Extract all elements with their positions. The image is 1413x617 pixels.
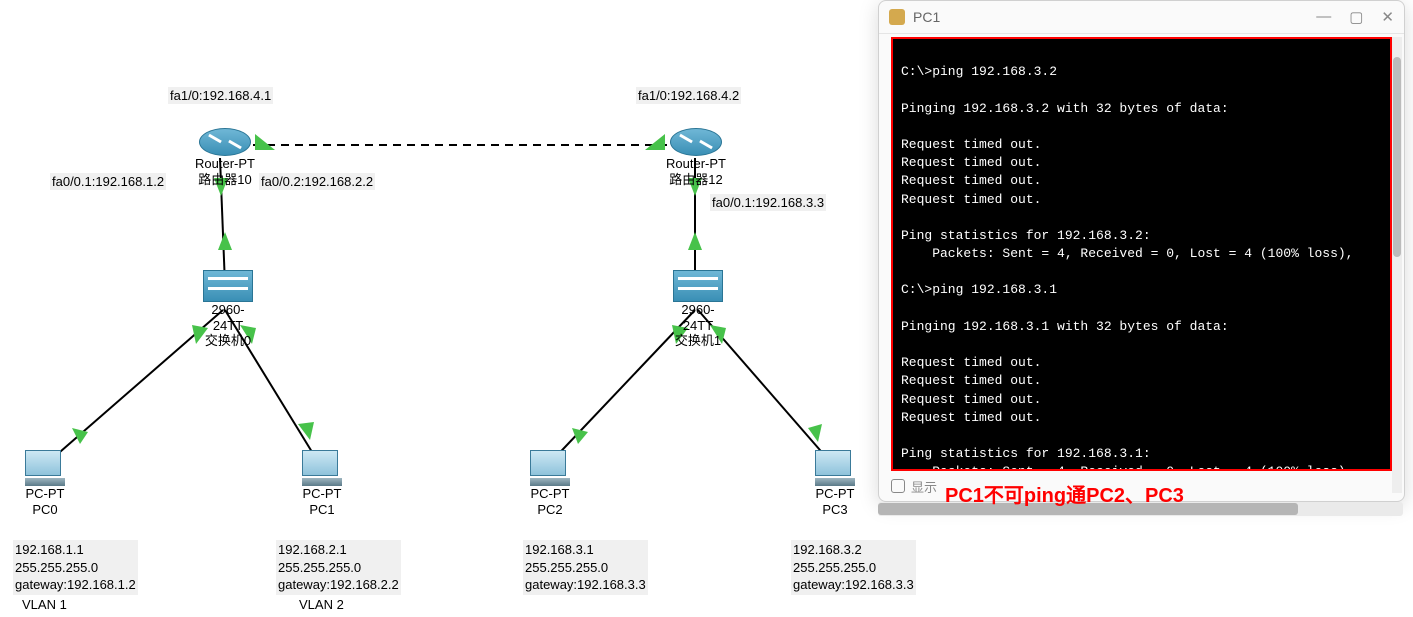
pc0-ipblock: 192.168.1.1 255.255.255.0 gateway:192.16… <box>13 540 138 595</box>
topology-canvas: fa1/0:192.168.4.1 fa1/0:192.168.4.2 fa0/… <box>0 0 880 617</box>
pc2-mask: 255.255.255.0 <box>525 559 646 577</box>
pc0-type: PC-PT <box>20 486 70 502</box>
app-icon <box>889 9 905 25</box>
pc0-name: PC0 <box>20 502 70 518</box>
router2-fa001-label: fa0/0.1:192.168.3.3 <box>710 194 826 211</box>
pc1-gw: gateway:192.168.2.2 <box>278 576 399 594</box>
terminal-output: C:\>ping 192.168.3.2 Pinging 192.168.3.2… <box>901 45 1382 471</box>
pc-icon <box>815 450 855 486</box>
pc3-name: PC3 <box>810 502 860 518</box>
pc3-ip: 192.168.3.2 <box>793 541 914 559</box>
router0[interactable]: Router-PT 路由器10 <box>195 128 255 187</box>
minimize-button[interactable]: — <box>1316 8 1331 26</box>
pc1-type: PC-PT <box>297 486 347 502</box>
pc1-vlan: VLAN 2 <box>299 597 344 612</box>
router0-fa10-label: fa1/0:192.168.4.1 <box>168 87 273 104</box>
pc1[interactable]: PC-PT PC1 <box>297 450 347 517</box>
switch0[interactable]: 2960-24TT 交换机0 <box>198 270 258 349</box>
router2-name: 路由器12 <box>666 172 726 188</box>
pc2-ip: 192.168.3.1 <box>525 541 646 559</box>
router2[interactable]: Router-PT 路由器12 <box>666 128 726 187</box>
router0-type: Router-PT <box>195 156 255 172</box>
router-icon <box>670 128 722 156</box>
scrollbar-thumb[interactable] <box>1393 57 1401 257</box>
pc1-ip: 192.168.2.1 <box>278 541 399 559</box>
pc1-terminal-window[interactable]: PC1 — ▢ ✕ C:\>ping 192.168.3.2 Pinging 1… <box>878 0 1405 502</box>
pc0-gw: gateway:192.168.1.2 <box>15 576 136 594</box>
window-controls: — ▢ ✕ <box>1316 8 1394 26</box>
window-title: PC1 <box>913 9 940 25</box>
pc1-name: PC1 <box>297 502 347 518</box>
switch-icon <box>673 270 723 302</box>
pc-icon <box>25 450 65 486</box>
show-checkbox[interactable] <box>891 479 905 493</box>
maximize-button[interactable]: ▢ <box>1349 8 1363 26</box>
pc1-ipblock: 192.168.2.1 255.255.255.0 gateway:192.16… <box>276 540 401 595</box>
pc2[interactable]: PC-PT PC2 <box>525 450 575 517</box>
close-button[interactable]: ✕ <box>1381 8 1394 26</box>
pc-icon <box>302 450 342 486</box>
router2-type: Router-PT <box>666 156 726 172</box>
switch1-name: 交换机1 <box>668 333 728 349</box>
switch-icon <box>203 270 253 302</box>
switch1-type: 2960-24TT <box>668 302 728 333</box>
router-icon <box>199 128 251 156</box>
pc3-gw: gateway:192.168.3.3 <box>793 576 914 594</box>
annotation-text: PC1不可ping通PC2、PC3 <box>945 479 1184 508</box>
pc0-mask: 255.255.255.0 <box>15 559 136 577</box>
vertical-scrollbar[interactable] <box>1392 37 1402 493</box>
router2-fa10-label: fa1/0:192.168.4.2 <box>636 87 741 104</box>
router0-name: 路由器10 <box>195 172 255 188</box>
titlebar[interactable]: PC1 — ▢ ✕ <box>879 1 1404 34</box>
terminal-viewport[interactable]: C:\>ping 192.168.3.2 Pinging 192.168.3.2… <box>891 37 1392 471</box>
links-layer <box>0 0 880 617</box>
pc2-type: PC-PT <box>525 486 575 502</box>
pc-icon <box>530 450 570 486</box>
pc2-name: PC2 <box>525 502 575 518</box>
pc0[interactable]: PC-PT PC0 <box>20 450 70 517</box>
pc2-gw: gateway:192.168.3.3 <box>525 576 646 594</box>
switch0-name: 交换机0 <box>198 333 258 349</box>
pc3[interactable]: PC-PT PC3 <box>810 450 860 517</box>
router0-fa002-label: fa0/0.2:192.168.2.2 <box>259 173 375 190</box>
pc3-type: PC-PT <box>810 486 860 502</box>
show-checkbox-label: 显示 <box>911 477 937 496</box>
pc3-mask: 255.255.255.0 <box>793 559 914 577</box>
router0-fa001-label: fa0/0.1:192.168.1.2 <box>50 173 166 190</box>
pc2-ipblock: 192.168.3.1 255.255.255.0 gateway:192.16… <box>523 540 648 595</box>
switch1[interactable]: 2960-24TT 交换机1 <box>668 270 728 349</box>
pc3-ipblock: 192.168.3.2 255.255.255.0 gateway:192.16… <box>791 540 916 595</box>
pc1-mask: 255.255.255.0 <box>278 559 399 577</box>
pc0-ip: 192.168.1.1 <box>15 541 136 559</box>
switch0-type: 2960-24TT <box>198 302 258 333</box>
pc0-vlan: VLAN 1 <box>22 597 67 612</box>
